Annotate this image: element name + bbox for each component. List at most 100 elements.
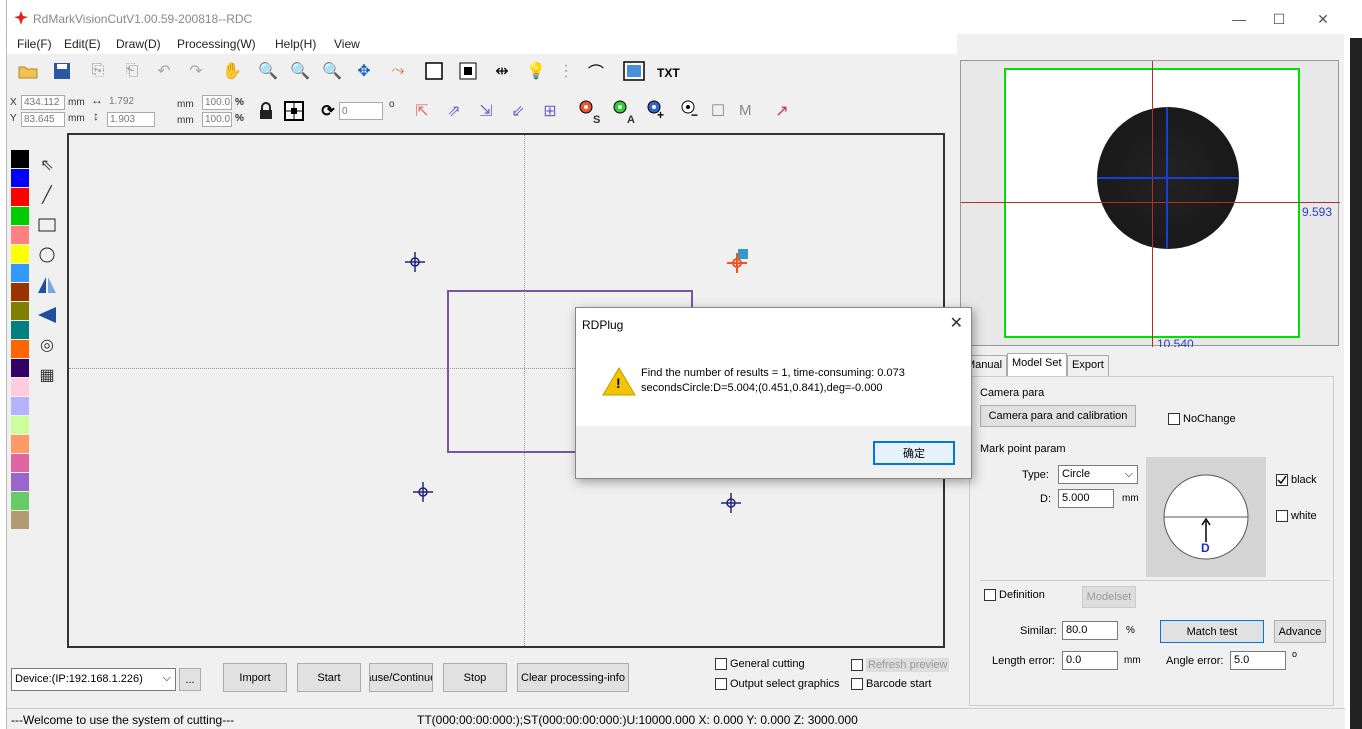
zoom-all-icon[interactable]: ✥ (353, 60, 375, 82)
minimize-button[interactable]: — (1229, 10, 1249, 28)
array-icon[interactable]: ⋮ (555, 60, 577, 82)
mark-point-marker[interactable] (413, 482, 433, 502)
zoom-fit-icon[interactable]: 🔍 (321, 60, 343, 82)
pan-hand-icon[interactable]: ✋ (221, 60, 243, 82)
align-center-icon[interactable]: ⊞ (539, 100, 561, 122)
import-icon[interactable]: ⎘ (87, 60, 109, 82)
bulb-icon[interactable]: 💡 (525, 60, 547, 82)
line-tool-icon[interactable]: ╱ (35, 180, 59, 210)
barcode-start-checkbox[interactable]: Barcode start (851, 678, 931, 690)
palette-swatch[interactable] (11, 454, 29, 472)
import-button[interactable]: Import (223, 663, 287, 692)
checkbox-box[interactable] (715, 658, 727, 670)
rotate-field[interactable]: 0 (339, 102, 383, 120)
checkbox-box[interactable] (984, 589, 996, 601)
txt-tool-label[interactable]: TXT (657, 66, 680, 80)
palette-swatch[interactable] (11, 150, 29, 168)
tab-export[interactable]: Export (1067, 355, 1109, 376)
palette-swatch[interactable] (11, 378, 29, 396)
ellipse-tool-icon[interactable] (35, 240, 59, 270)
palette-swatch[interactable] (11, 340, 29, 358)
palette-swatch[interactable] (11, 321, 29, 339)
palette-swatch[interactable] (11, 435, 29, 453)
output-select-graphics-checkbox[interactable]: Output select graphics (715, 678, 839, 690)
mark-point-active-marker[interactable] (726, 248, 752, 274)
rotate-icon[interactable]: ⟳ (317, 100, 339, 122)
align-top-left-icon[interactable]: ⇱ (411, 100, 433, 122)
undo-icon[interactable]: ↶ (153, 60, 175, 82)
mirror-horizontal-icon[interactable] (35, 270, 59, 300)
start-button[interactable]: Start (297, 663, 361, 692)
export-icon[interactable]: ⎗ (121, 60, 143, 82)
menu-help[interactable]: Help(H) (275, 37, 316, 51)
palette-swatch[interactable] (11, 245, 29, 263)
scale-y-field[interactable]: 100.0 (202, 112, 232, 127)
tool-m-label[interactable]: M (739, 102, 752, 119)
checkbox-box[interactable] (1168, 413, 1180, 425)
checkbox-box[interactable] (851, 659, 863, 671)
redo-icon[interactable]: ↷ (185, 60, 207, 82)
mark-add-icon[interactable]: + (645, 98, 667, 120)
clear-processing-info-button[interactable]: Clear processing-info (517, 663, 629, 692)
distribute-icon[interactable]: ⇹ (491, 60, 513, 82)
checkbox-box[interactable] (715, 678, 727, 690)
white-checkbox[interactable]: white (1276, 510, 1317, 522)
palette-swatch[interactable] (11, 226, 29, 244)
checkbox-box[interactable] (1276, 510, 1288, 522)
zoom-in-icon[interactable]: 🔍 (257, 60, 279, 82)
refresh-preview-checkbox[interactable]: Refresh preview (851, 658, 950, 672)
checkbox-box[interactable] (851, 678, 863, 690)
general-cutting-checkbox[interactable]: General cutting (715, 658, 805, 670)
tab-model-set[interactable]: Model Set (1007, 353, 1067, 376)
close-button[interactable]: ✕ (1313, 10, 1333, 28)
laser-pointer-icon[interactable]: ↗ (771, 100, 793, 122)
square-outline-icon[interactable]: ☐ (707, 100, 729, 122)
pause-continue-button[interactable]: Pause/Continue (369, 663, 433, 692)
array-grid-icon[interactable]: ▦ (35, 360, 59, 390)
black-checkbox[interactable]: black (1276, 474, 1317, 486)
group-icon[interactable] (457, 60, 479, 82)
align-bottom-left-icon[interactable]: ⇙ (507, 100, 529, 122)
dialog-close-icon[interactable]: ✕ (950, 313, 963, 333)
height-field[interactable]: 1.903 (107, 112, 155, 127)
menu-file[interactable]: File(F) (17, 37, 52, 51)
anchor-grid-icon[interactable] (283, 100, 305, 122)
mark-point-marker[interactable] (721, 493, 741, 513)
node-edit-icon[interactable]: ⤳ (387, 60, 409, 82)
advance-button[interactable]: Advance (1274, 620, 1326, 643)
menu-edit[interactable]: Edit(E) (64, 37, 101, 51)
palette-swatch[interactable] (11, 283, 29, 301)
menu-processing[interactable]: Processing(W) (177, 37, 256, 51)
palette-swatch[interactable] (11, 473, 29, 491)
palette-swatch[interactable] (11, 302, 29, 320)
menu-draw[interactable]: Draw(D) (116, 37, 161, 51)
palette-swatch[interactable] (11, 207, 29, 225)
lock-icon[interactable] (255, 100, 277, 122)
menu-view[interactable]: View (334, 37, 360, 51)
mark-point-marker[interactable] (405, 252, 425, 272)
maximize-button[interactable]: ☐ (1269, 10, 1289, 28)
device-select[interactable]: Device:(IP:192.168.1.226) ⌵ (11, 668, 176, 691)
palette-swatch[interactable] (11, 416, 29, 434)
stop-button[interactable]: Stop (443, 663, 507, 692)
angle-error-input[interactable]: 5.0 (1230, 651, 1286, 670)
spiral-tool-icon[interactable]: ◎ (35, 330, 59, 360)
open-folder-icon[interactable] (17, 60, 39, 82)
camera-para-calibration-button[interactable]: Camera para and calibration (980, 405, 1136, 427)
select-arrow-icon[interactable]: ⇖ (35, 150, 59, 180)
dialog-ok-button[interactable]: 确定 (873, 441, 955, 465)
nochange-checkbox[interactable]: NoChange (1168, 413, 1236, 425)
type-select[interactable]: Circle ⌵ (1058, 465, 1138, 484)
tab-manual[interactable]: Manual (969, 355, 1007, 376)
modelset-button[interactable]: Modelset (1082, 586, 1136, 608)
palette-swatch[interactable] (11, 511, 29, 529)
device-more-button[interactable]: ... (179, 668, 201, 691)
width-field[interactable]: 1.792 (107, 95, 155, 110)
palette-swatch[interactable] (11, 264, 29, 282)
mirror-vertical-icon[interactable] (35, 300, 59, 330)
zoom-out-icon[interactable]: 🔍 (289, 60, 311, 82)
scale-x-field[interactable]: 100.0 (202, 95, 232, 110)
x-position-field[interactable]: 434.112 (21, 95, 65, 110)
palette-swatch[interactable] (11, 359, 29, 377)
select-rect-icon[interactable] (423, 60, 445, 82)
